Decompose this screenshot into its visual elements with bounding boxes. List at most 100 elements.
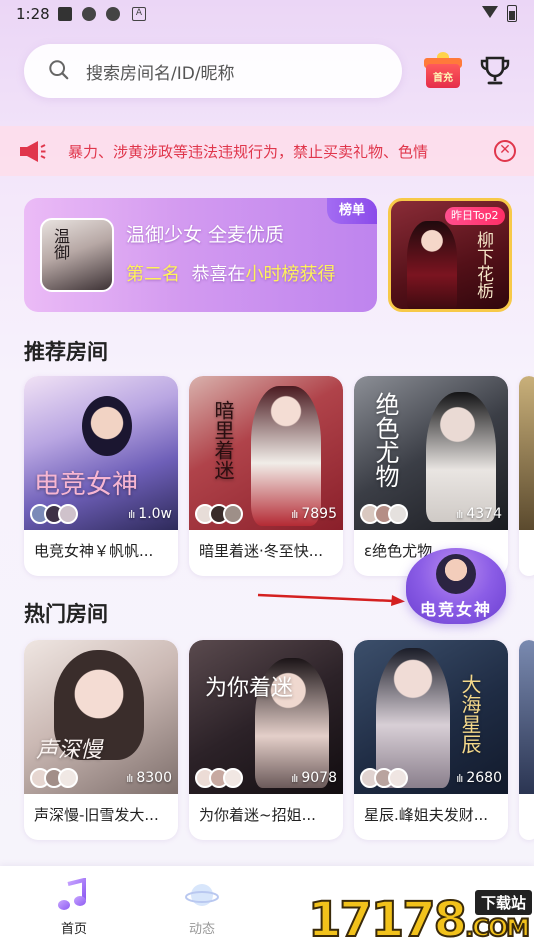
banner-room-name: 温御少女 全麦优质 — [126, 224, 285, 246]
wifi-icon — [482, 6, 498, 18]
first-recharge-gift-button[interactable]: 首充 — [424, 52, 462, 90]
room-member-avatars — [30, 768, 78, 788]
sound-bars-icon: ılı — [456, 772, 463, 785]
floating-room-label: 电竞女神 — [419, 600, 492, 619]
banner-rank: 第二名 — [126, 264, 180, 285]
battery-icon — [507, 5, 517, 22]
room-card[interactable]: 大海星辰 ılı 2680 星辰.峰姐夫发财... — [354, 640, 508, 840]
ranking-banner[interactable]: 榜单 温御 温御少女 全麦优质 第二名 恭喜在小时榜获得 — [24, 198, 377, 312]
room-popularity: ılı 7895 — [291, 506, 337, 522]
room-count: 4374 — [466, 506, 502, 522]
room-card[interactable]: 声深慢 ılı 8300 声深慢-旧雪发大... — [24, 640, 178, 840]
notice-text: 暴力、涉黄涉政等违法违规行为，禁止买卖礼物、色情 — [68, 143, 429, 161]
room-cover-title: 绝色尤物 — [371, 392, 399, 488]
gift-label: 首充 — [433, 73, 453, 84]
trophy-icon[interactable] — [478, 54, 512, 88]
banner-avatar: 温御 — [40, 218, 114, 292]
nav-home[interactable]: 首页 — [44, 878, 104, 937]
room-member-avatars — [195, 768, 243, 788]
room-member-avatars — [360, 768, 408, 788]
room-card-partial[interactable] — [519, 640, 534, 840]
sound-bars-icon: ılı — [456, 508, 463, 521]
status-bar: 1:28 A — [0, 0, 534, 28]
room-count: 2680 — [466, 770, 502, 786]
planet-icon — [185, 884, 219, 906]
room-count: 1.0w — [138, 506, 172, 522]
nav-feed[interactable]: 动态 — [172, 878, 232, 937]
yesterday-top-banner[interactable]: 昨日Top2 柳下花栃 — [388, 198, 512, 312]
floating-room-widget[interactable]: 电竞女神 — [406, 548, 506, 624]
room-cover — [519, 376, 534, 530]
notification-app-icon-2 — [106, 7, 120, 21]
section-title-recommended: 推荐房间 — [24, 340, 108, 364]
watermark-number: 17178 — [307, 891, 468, 949]
room-member-avatars — [30, 504, 78, 524]
banner-subtitle: 第二名 恭喜在小时榜获得 — [126, 260, 335, 286]
annotation-arrow — [257, 593, 405, 606]
room-popularity: ılı 2680 — [456, 770, 502, 786]
room-popularity: ılı 8300 — [126, 770, 172, 786]
room-cover: 大海星辰 ılı 2680 — [354, 640, 508, 794]
close-icon[interactable]: ✕ — [494, 140, 516, 162]
notification-a-icon: A — [132, 7, 146, 21]
recommended-rooms-row: 电竞女神 ılı 1.0w 电竞女神￥帆帆... 暗里着迷 ılı 7895 暗里着… — [24, 376, 534, 576]
room-cover — [519, 640, 534, 794]
sound-bars-icon: ılı — [128, 508, 135, 521]
room-count: 7895 — [301, 506, 337, 522]
megaphone-icon — [20, 141, 46, 162]
room-cover-figure — [251, 386, 321, 526]
status-time: 1:28 — [16, 5, 50, 23]
room-cover-title: 为你着迷 — [205, 676, 294, 701]
notice-bar: 暴力、涉黄涉政等违法违规行为，禁止买卖礼物、色情 ✕ — [0, 126, 534, 176]
room-card-partial[interactable] — [519, 376, 534, 576]
sound-bars-icon: ılı — [126, 772, 133, 785]
room-card[interactable]: 电竞女神 ılı 1.0w 电竞女神￥帆帆... — [24, 376, 178, 576]
banner-hour-rank: 小时榜获得 — [245, 264, 336, 285]
music-note-icon — [58, 878, 86, 910]
side-banner-calligraphy: 柳下花栃 — [473, 231, 493, 299]
room-name: 星辰.峰姐夫发财... — [364, 806, 489, 824]
room-cover-figure — [426, 392, 496, 522]
room-card[interactable]: 暗里着迷 ılı 7895 暗里着迷·冬至快... — [189, 376, 343, 576]
room-cover: 绝色尤物 ılı 4374 — [354, 376, 508, 530]
room-popularity: ılı 1.0w — [128, 506, 172, 522]
room-member-avatars — [360, 504, 408, 524]
room-name: 为你着迷~招姐... — [199, 806, 316, 824]
room-popularity: ılı 4374 — [456, 506, 502, 522]
avatar-calligraphy: 温御 — [51, 228, 70, 260]
room-cover: 为你着迷 ılı 9078 — [189, 640, 343, 794]
hot-rooms-row: 声深慢 ılı 8300 声深慢-旧雪发大... 为你着迷 ılı 9078 为你着… — [24, 640, 534, 840]
room-name: 暗里着迷·冬至快... — [199, 542, 324, 560]
room-card[interactable]: 绝色尤物 ılı 4374 ε绝色尤物... — [354, 376, 508, 576]
room-cover-title: 电竞女神 — [34, 470, 139, 500]
site-watermark: 17178.COM 下载站 — [307, 888, 534, 950]
room-cover: 声深慢 ılı 8300 — [24, 640, 178, 794]
yesterday-top-tag: 昨日Top2 — [445, 207, 505, 225]
room-cover-figure — [376, 648, 450, 788]
search-icon — [49, 60, 69, 80]
nav-home-label: 首页 — [60, 922, 87, 937]
sound-bars-icon: ılı — [291, 508, 298, 521]
room-cover-figure — [82, 396, 132, 456]
search-bar[interactable]: 搜索房间名/ID/昵称 — [24, 44, 402, 98]
watermark-domain: .COM — [464, 913, 531, 943]
room-count: 8300 — [136, 770, 172, 786]
room-cover: 暗里着迷 ılı 7895 — [189, 376, 343, 530]
ranking-tag: 榜单 — [327, 198, 377, 224]
sound-bars-icon: ılı — [291, 772, 298, 785]
room-card[interactable]: 为你着迷 ılı 9078 为你着迷~招姐... — [189, 640, 343, 840]
room-cover-title: 大海星辰 — [458, 674, 482, 754]
room-name: 电竞女神￥帆帆... — [34, 542, 154, 560]
notification-square-icon — [58, 7, 72, 21]
room-cover-title: 暗里着迷 — [211, 400, 235, 480]
banner-congrats: 恭喜在 — [191, 264, 246, 285]
nav-feed-label: 动态 — [188, 922, 215, 937]
floating-avatar — [436, 554, 476, 594]
search-placeholder: 搜索房间名/ID/昵称 — [86, 64, 235, 84]
room-popularity: ılı 9078 — [291, 770, 337, 786]
room-count: 9078 — [301, 770, 337, 786]
room-member-avatars — [195, 504, 243, 524]
notification-app-icon — [82, 7, 96, 21]
room-cover: 电竞女神 ılı 1.0w — [24, 376, 178, 530]
room-cover-title: 声深慢 — [36, 738, 103, 763]
